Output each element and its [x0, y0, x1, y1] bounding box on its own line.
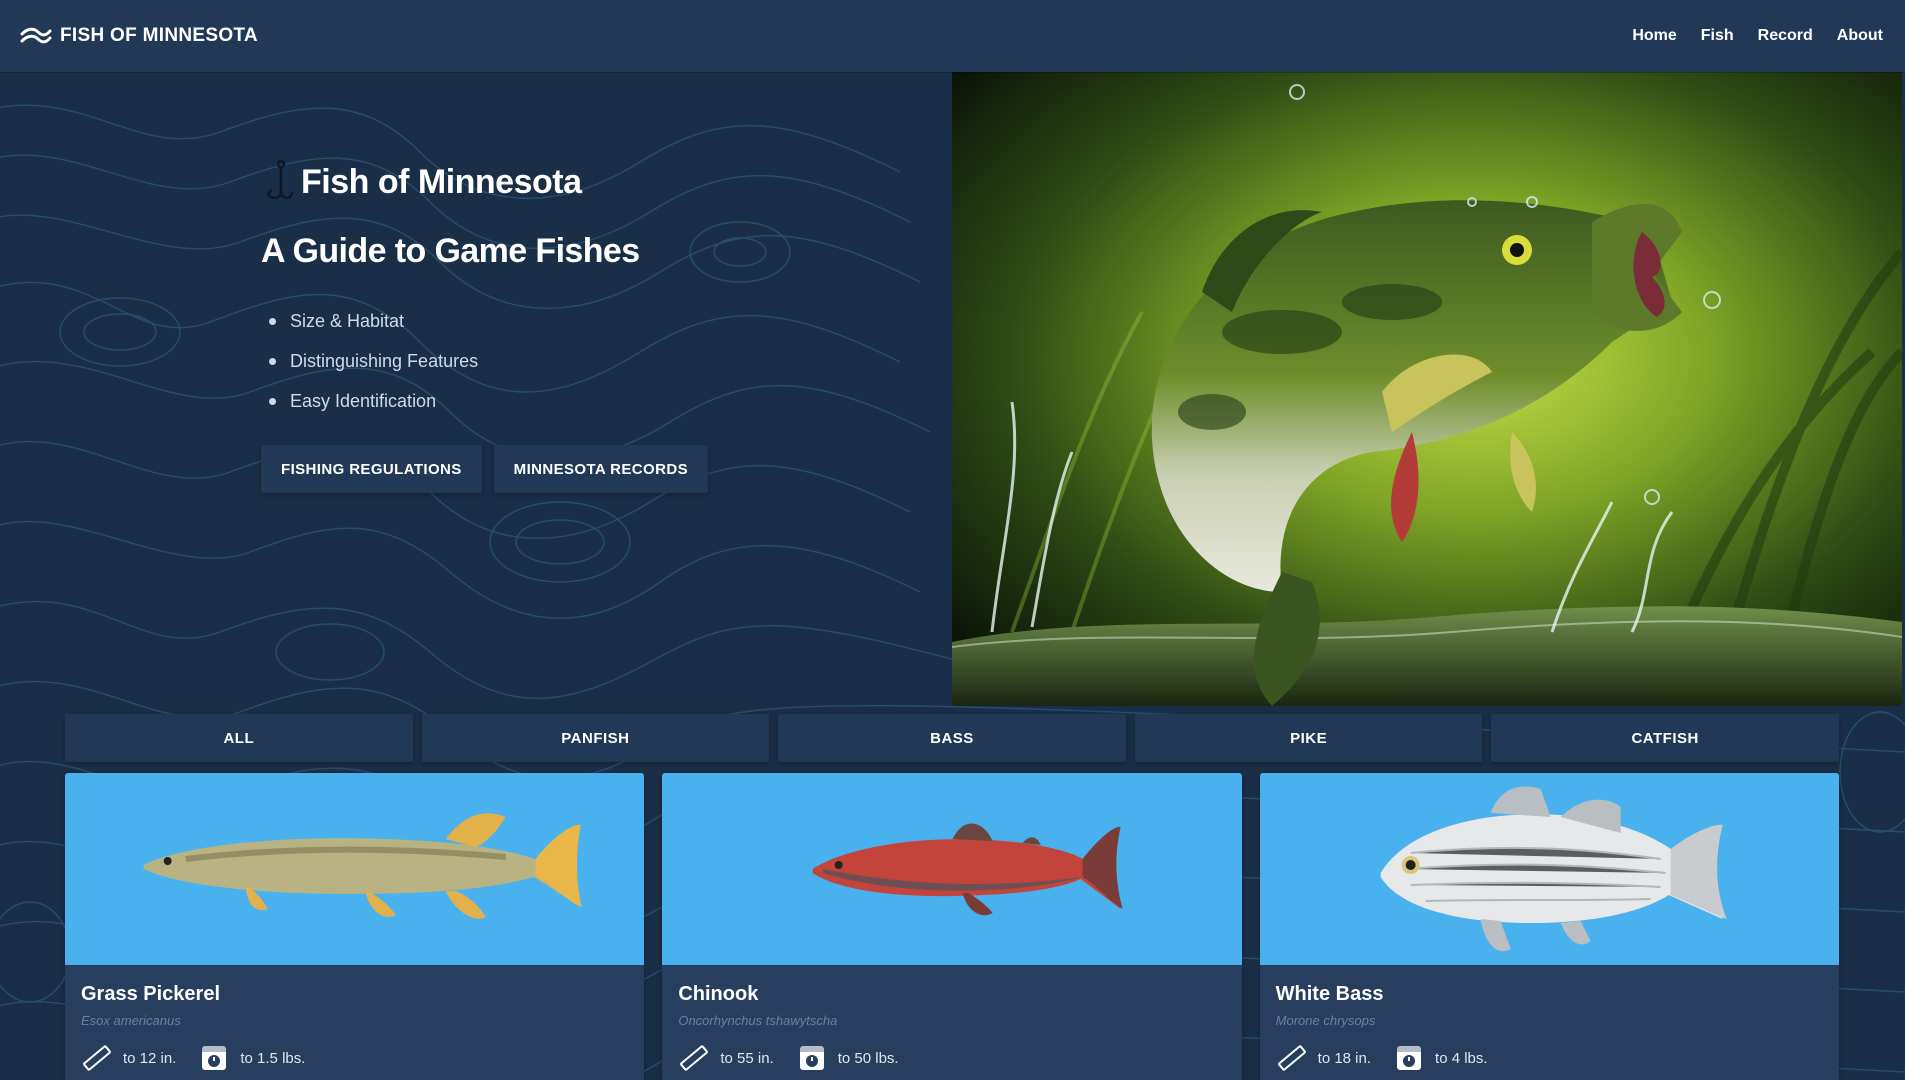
fish-weight: to 1.5 lbs. — [240, 1049, 306, 1067]
main-nav: Home Fish Record About — [1632, 27, 1883, 45]
nav-link-home[interactable]: Home — [1632, 27, 1676, 45]
fish-card[interactable]: White Bass Morone chrysops to 18 in. to … — [1259, 773, 1839, 1080]
ruler-icon — [1277, 1045, 1306, 1071]
fish-name: White Bass — [1275, 983, 1384, 1005]
fishing-regulations-button[interactable]: FISHING REGULATIONS — [261, 445, 482, 493]
card-body: White Bass Morone chrysops to 18 in. to … — [1260, 965, 1839, 1080]
scale-weight-icon — [202, 1046, 227, 1070]
fish-length: to 18 in. — [1317, 1049, 1372, 1067]
wave-icon — [20, 27, 52, 44]
filter-tab-pike[interactable]: PIKE — [1134, 714, 1483, 762]
white-bass-illustration — [1380, 786, 1727, 952]
bullet-icon — [269, 357, 276, 365]
bullet-icon — [269, 397, 276, 405]
fish-hook-icon — [266, 160, 294, 200]
hero-section: Fish of Minnesota A Guide to Game Fishes… — [261, 160, 861, 493]
feature-item: Distinguishing Features — [261, 341, 861, 381]
minnesota-records-button[interactable]: MINNESOTA RECORDS — [493, 445, 708, 493]
fish-weight: to 50 lbs. — [837, 1049, 899, 1067]
grass-pickerel-illustration — [143, 813, 582, 919]
fish-stats: to 12 in. to 1.5 lbs. — [81, 1042, 628, 1074]
hero-bass-image — [952, 72, 1902, 706]
fish-card[interactable]: Grass Pickerel Esox americanus to 12 in.… — [65, 773, 645, 1080]
chinook-illustration — [812, 823, 1123, 916]
card-body: Grass Pickerel Esox americanus to 12 in.… — [65, 965, 644, 1080]
fish-length: to 12 in. — [123, 1049, 177, 1067]
feature-label: Size & Habitat — [290, 310, 405, 331]
hero-title-row: Fish of Minnesota — [261, 160, 861, 204]
feature-item: Easy Identification — [261, 381, 861, 421]
nav-link-about[interactable]: About — [1837, 27, 1883, 45]
filter-tab-panfish[interactable]: PANFISH — [421, 714, 770, 762]
fish-image — [1259, 773, 1839, 965]
nav-link-record[interactable]: Record — [1758, 27, 1813, 45]
fish-length: to 55 in. — [720, 1049, 774, 1067]
brand-link[interactable]: FISH OF MINNESOTA — [20, 24, 258, 48]
brand-title: FISH OF MINNESOTA — [60, 25, 258, 46]
fish-image — [65, 773, 645, 965]
filter-tabs: ALL PANFISH BASS PIKE CATFISH — [65, 714, 1839, 762]
fish-stats: to 18 in. to 4 lbs. — [1276, 1042, 1823, 1074]
hero-buttons: FISHING REGULATIONS MINNESOTA RECORDS — [261, 445, 861, 493]
scale-weight-icon — [799, 1046, 824, 1070]
fish-stats: to 55 in. to 50 lbs. — [678, 1042, 1225, 1074]
nav-link-fish[interactable]: Fish — [1701, 27, 1734, 45]
feature-label: Distinguishing Features — [290, 350, 479, 371]
card-body: Chinook Oncorhynchus tshawytscha to 55 i… — [662, 965, 1241, 1080]
filter-tab-catfish[interactable]: CATFISH — [1491, 714, 1839, 762]
fish-scientific-name: Oncorhynchus tshawytscha — [678, 1013, 838, 1028]
fish-weight: to 4 lbs. — [1435, 1049, 1488, 1067]
feature-list: Size & Habitat Distinguishing Features E… — [261, 301, 861, 421]
filter-tab-bass[interactable]: BASS — [778, 714, 1126, 762]
bullet-icon — [269, 317, 276, 325]
fish-image — [662, 773, 1242, 965]
feature-label: Easy Identification — [290, 390, 437, 411]
fish-card-grid: Grass Pickerel Esox americanus to 12 in.… — [65, 773, 1839, 1080]
filter-tab-all[interactable]: ALL — [65, 714, 413, 762]
ruler-icon — [83, 1045, 111, 1071]
ruler-icon — [680, 1045, 709, 1071]
fish-card[interactable]: Chinook Oncorhynchus tshawytscha to 55 i… — [662, 773, 1242, 1080]
feature-item: Size & Habitat — [261, 301, 861, 341]
top-navbar: FISH OF MINNESOTA Home Fish Record About — [0, 0, 1905, 72]
hero-subtitle: A Guide to Game Fishes — [261, 232, 640, 270]
scale-weight-icon — [1397, 1046, 1422, 1070]
hero-title: Fish of Minnesota — [301, 162, 582, 201]
largemouth-bass-illustration — [952, 72, 1902, 706]
fish-scientific-name: Morone chrysops — [1275, 1013, 1376, 1028]
fish-name: Chinook — [678, 983, 759, 1005]
fish-scientific-name: Esox americanus — [81, 1013, 181, 1028]
fish-name: Grass Pickerel — [81, 983, 220, 1005]
